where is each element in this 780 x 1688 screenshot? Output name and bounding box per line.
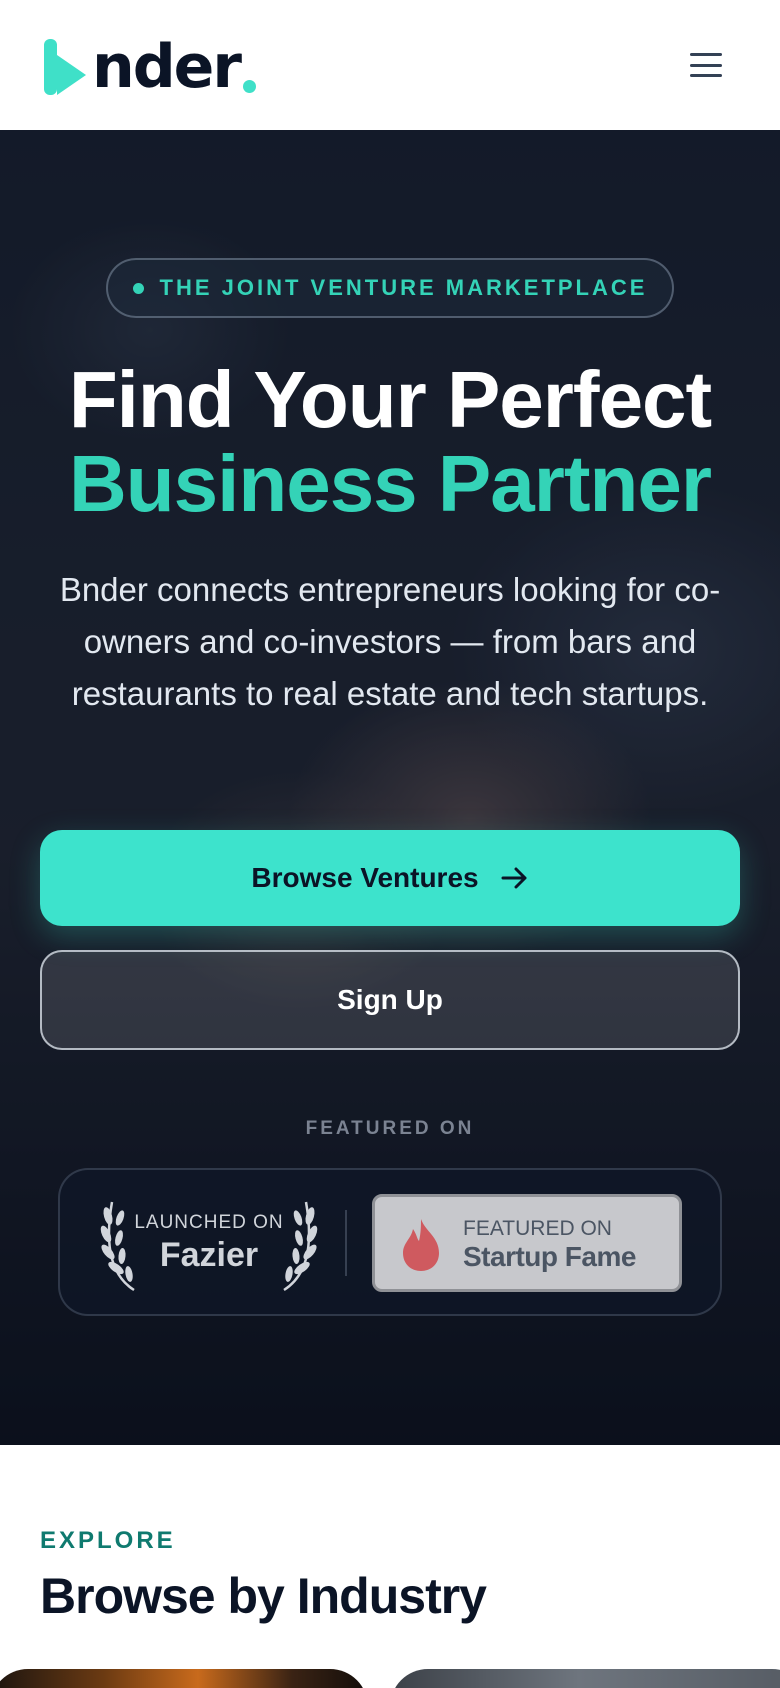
eyebrow-pill: THE JOINT VENTURE MARKETPLACE: [106, 258, 674, 318]
logo-dot: [242, 80, 256, 93]
section-title: Browse by Industry: [40, 1568, 487, 1624]
explore-section: EXPLORE Browse by Industry: [0, 1445, 780, 1688]
startup-fame-badge[interactable]: FEATURED ON Startup Fame: [372, 1194, 682, 1292]
explore-eyebrow: EXPLORE: [40, 1527, 176, 1554]
hero-section: THE JOINT VENTURE MARKETPLACE Find Your …: [0, 130, 780, 1445]
site-header: nder: [0, 0, 780, 130]
flame-icon: [403, 1219, 439, 1271]
hero-subtitle: Bnder connects entrepreneurs looking for…: [59, 571, 721, 712]
featured-badges: LAUNCHED ON Fazier FEATURED ON Startup F…: [58, 1168, 722, 1316]
logo-mark-icon: [44, 39, 86, 95]
hero-title-line1: Find Your Perfect: [68, 355, 712, 444]
laurel-right-icon: [283, 1201, 318, 1292]
industry-card[interactable]: [0, 1669, 368, 1688]
startup-fame-caption: FEATURED ON: [463, 1217, 612, 1240]
hamburger-menu-icon[interactable]: [688, 50, 724, 80]
browse-ventures-button[interactable]: Browse Ventures: [40, 830, 740, 926]
browse-ventures-label: Browse Ventures: [251, 862, 479, 893]
logo-text: nder: [92, 32, 242, 102]
hero-title-line2: Business Partner: [68, 439, 712, 528]
sign-up-button[interactable]: Sign Up: [40, 950, 740, 1050]
industry-card[interactable]: [390, 1669, 780, 1688]
status-dot-icon: [132, 282, 144, 294]
featured-on-label: FEATURED ON: [305, 1118, 475, 1139]
bnder-logo[interactable]: nder: [44, 32, 256, 102]
fazier-badge[interactable]: LAUNCHED ON Fazier: [98, 1192, 320, 1296]
eyebrow-text: THE JOINT VENTURE MARKETPLACE: [159, 275, 648, 300]
sign-up-label: Sign Up: [337, 984, 443, 1015]
badge-divider: [345, 1210, 347, 1276]
arrow-right-icon: [501, 867, 527, 889]
startup-fame-name: Startup Fame: [463, 1241, 636, 1272]
